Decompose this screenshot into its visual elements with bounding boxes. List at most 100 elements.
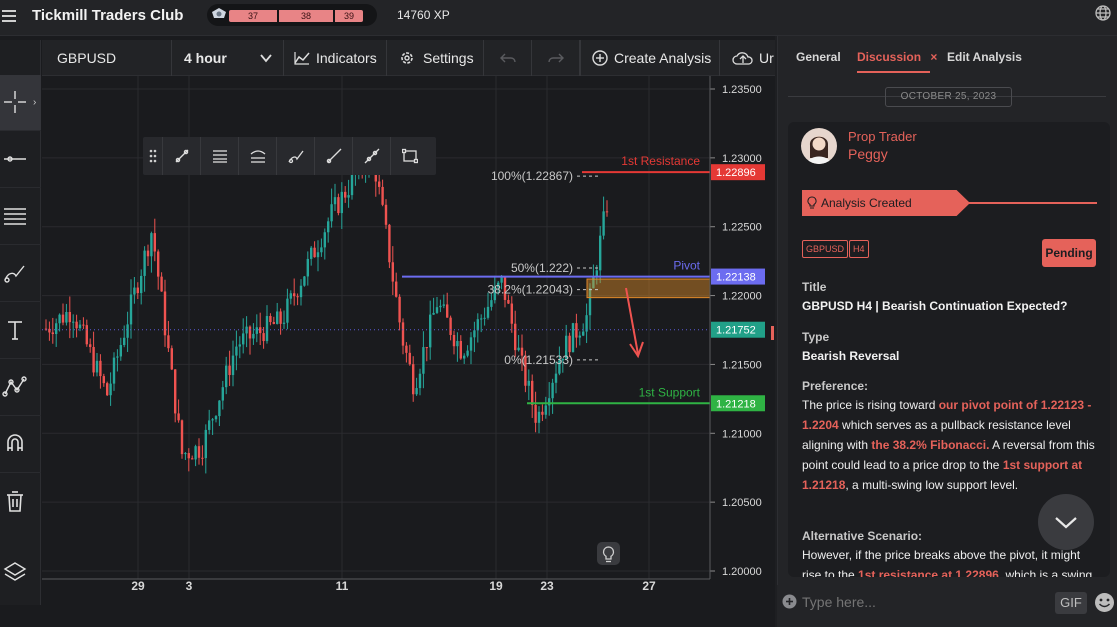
y-tick-label: 1.21000 xyxy=(722,428,762,440)
candle-body xyxy=(146,250,150,257)
candle-body xyxy=(255,327,258,334)
undo-button[interactable] xyxy=(484,40,532,76)
candle-body xyxy=(61,314,65,323)
candle-body xyxy=(163,291,167,336)
candle-body xyxy=(310,247,313,259)
magnet-tool[interactable] xyxy=(0,417,41,473)
horizontal-line-tool[interactable] xyxy=(0,132,41,188)
ray-tool[interactable] xyxy=(315,137,353,175)
trash-icon xyxy=(7,491,23,512)
candle-body xyxy=(218,400,221,417)
close-icon[interactable]: × xyxy=(930,50,937,64)
pattern-tool[interactable] xyxy=(0,360,41,416)
globe-icon[interactable] xyxy=(1094,4,1112,22)
drag-handle[interactable] xyxy=(143,137,163,175)
candle-body xyxy=(442,304,445,306)
candle-body xyxy=(82,324,85,326)
candle-body xyxy=(401,322,405,346)
text-segment: The price is rising toward xyxy=(802,398,939,412)
extended-line-tool[interactable] xyxy=(353,137,391,175)
y-tick-label: 1.21500 xyxy=(722,359,762,371)
candle-body xyxy=(466,350,469,356)
candle-body xyxy=(452,334,456,347)
top-bar: Tickmill Traders Club 37 38 39 14760 XP xyxy=(0,0,1117,36)
create-analysis-button[interactable]: Create Analysis xyxy=(580,40,720,76)
candle-body xyxy=(527,380,530,386)
trend-line-tool[interactable] xyxy=(163,137,201,175)
text-tool[interactable] xyxy=(0,303,41,359)
status-badge: Pending xyxy=(1042,239,1096,267)
candle-body xyxy=(544,405,547,415)
layers-tool[interactable] xyxy=(0,545,41,601)
candle-body xyxy=(126,324,129,338)
candle-body xyxy=(299,285,303,298)
delete-tool[interactable] xyxy=(0,474,41,530)
candle-body xyxy=(306,258,309,277)
fib-label: 100%(1.22867) xyxy=(491,169,573,183)
candle-body xyxy=(578,335,581,338)
candle-body xyxy=(238,344,241,347)
candle-body xyxy=(296,296,299,298)
parallel-channel-tool[interactable] xyxy=(201,137,239,175)
add-attachment-icon xyxy=(782,594,797,609)
preference-label: Preference: xyxy=(802,379,869,393)
splitter-handle xyxy=(771,326,774,340)
symbol-selector[interactable]: GBPUSD xyxy=(42,40,172,76)
author-name[interactable]: Peggy xyxy=(848,146,888,162)
candle-body xyxy=(486,306,490,318)
indicators-button[interactable]: Indicators xyxy=(284,40,387,76)
candle-body xyxy=(211,419,214,421)
candle-body xyxy=(272,322,275,324)
candle-body xyxy=(330,204,333,222)
candle-body xyxy=(282,322,286,324)
fib-retracement-tool[interactable] xyxy=(239,137,277,175)
scroll-down-button[interactable] xyxy=(1038,494,1094,550)
brush-draw-tool[interactable] xyxy=(277,137,315,175)
avatar[interactable] xyxy=(801,128,837,164)
gif-button[interactable]: GIF xyxy=(1055,592,1087,614)
author-role: Prop Trader xyxy=(848,129,917,144)
y-tick-label: 1.20500 xyxy=(722,497,762,509)
candle-body xyxy=(350,174,354,196)
rectangle-tool[interactable] xyxy=(391,137,436,175)
candle-body xyxy=(340,191,343,214)
tab-discussion[interactable]: Discussion × xyxy=(857,50,937,64)
settings-button[interactable]: Settings xyxy=(387,40,484,76)
trend-line-icon xyxy=(175,149,189,163)
candle-body xyxy=(429,314,432,348)
message-input[interactable] xyxy=(802,590,1047,614)
brush-tool[interactable] xyxy=(0,246,41,302)
event-label: Analysis Created xyxy=(821,196,912,210)
tab-edit-analysis[interactable]: Edit Analysis xyxy=(947,50,1022,64)
candle-body xyxy=(174,369,177,414)
candle-body xyxy=(129,294,133,325)
candle-body xyxy=(65,311,68,323)
candle-body xyxy=(225,365,228,388)
level-label: 1st Resistance xyxy=(621,154,700,168)
candle-body xyxy=(150,233,153,257)
candle-body xyxy=(347,195,350,198)
candle-body xyxy=(327,221,330,233)
crosshair-tool[interactable]: › xyxy=(0,75,41,131)
redo-button[interactable] xyxy=(532,40,580,76)
candle-body xyxy=(432,312,435,315)
candle-body xyxy=(582,331,585,336)
candle-body xyxy=(143,250,146,276)
upload-button[interactable]: Ur xyxy=(720,40,775,76)
plus-circle-icon xyxy=(592,50,608,66)
text-segment: , a multi-swing low support level. xyxy=(845,478,1019,492)
menu-icon[interactable] xyxy=(0,7,22,25)
candle-body xyxy=(112,357,116,384)
tab-general[interactable]: General xyxy=(796,50,841,64)
candle-body xyxy=(320,247,323,253)
fibonacci-tool[interactable] xyxy=(0,189,41,245)
x-tick-label: 19 xyxy=(489,579,503,593)
candle-body xyxy=(72,321,75,323)
timeframe-select[interactable]: 4 hour xyxy=(172,40,284,76)
candle-body xyxy=(480,318,483,320)
fib-label: 38.2%(1.22043) xyxy=(488,283,573,297)
candle-body xyxy=(235,346,238,356)
candle-body xyxy=(286,298,289,323)
candle-body xyxy=(170,348,173,370)
title-label: Title xyxy=(802,280,827,294)
